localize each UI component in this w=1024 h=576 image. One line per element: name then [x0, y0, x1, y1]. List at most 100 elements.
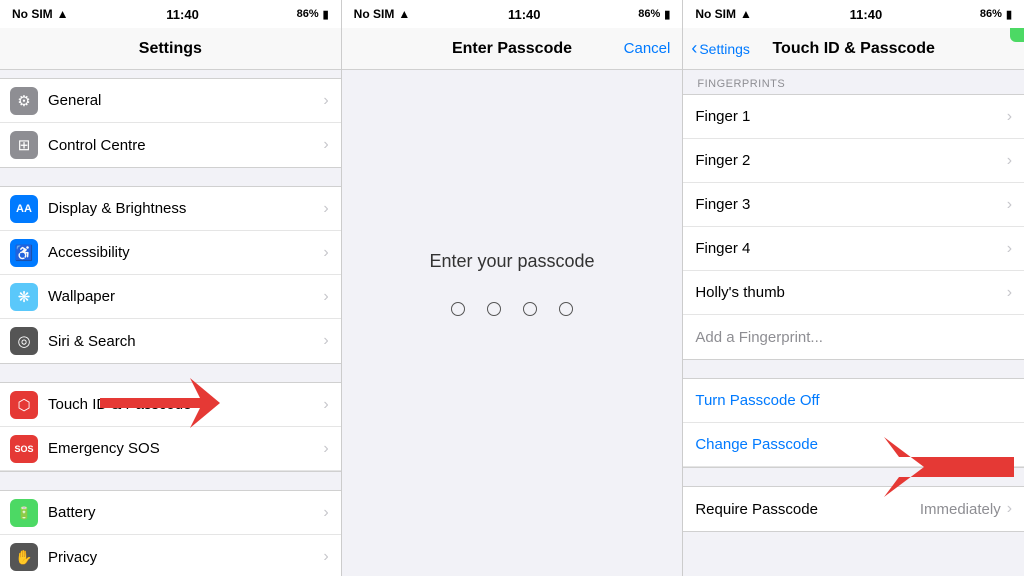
settings-group-1: ⚙ General › ⊞ Control Centre ›	[0, 78, 341, 168]
control-centre-chevron: ›	[323, 136, 328, 154]
settings-nav-bar: Settings	[0, 28, 341, 70]
settings-row-touchid[interactable]: ⬡ Touch ID & Passcode ›	[0, 383, 341, 427]
battery-icon-3: ▮	[1006, 8, 1012, 21]
passcode-dots	[451, 302, 573, 316]
back-button[interactable]: ‹ Settings	[691, 40, 750, 57]
passcode-body: Enter your passcode	[342, 70, 683, 576]
settings-row-display[interactable]: AA Display & Brightness ›	[0, 187, 341, 231]
touchid-nav-title: Touch ID & Passcode	[772, 40, 934, 58]
siri-icon: ◎	[10, 327, 38, 355]
battery-label: Battery	[48, 504, 323, 521]
group-spacer-2	[683, 468, 1024, 486]
finger2-label: Finger 2	[695, 152, 1006, 169]
settings-group-3: ⬡ Touch ID & Passcode › SOS Emergency SO…	[0, 382, 341, 472]
wallpaper-icon: ❋	[10, 283, 38, 311]
touchid-list[interactable]: FINGERPRINTS Finger 1 › Finger 2 › Finge…	[683, 70, 1024, 576]
green-accent	[1010, 28, 1024, 42]
touchid-nav-bar: ‹ Settings Touch ID & Passcode	[683, 28, 1024, 70]
display-chevron: ›	[323, 200, 328, 218]
finger3-chevron: ›	[1007, 196, 1012, 214]
settings-group-2: AA Display & Brightness › ♿ Accessibilit…	[0, 186, 341, 364]
finger4-label: Finger 4	[695, 240, 1006, 257]
settings-row-siri[interactable]: ◎ Siri & Search ›	[0, 319, 341, 363]
status-bar-3: No SIM ▲ 11:40 86% ▮	[683, 0, 1024, 28]
settings-panel: No SIM ▲ 11:40 86% ▮ Settings ⚙ General …	[0, 0, 342, 576]
passcode-panel: No SIM ▲ 11:40 86% ▮ Enter Passcode Canc…	[342, 0, 684, 576]
emergency-icon: SOS	[10, 435, 38, 463]
accessibility-icon: ♿	[10, 239, 38, 267]
status-bar-2: No SIM ▲ 11:40 86% ▮	[342, 0, 683, 28]
display-label: Display & Brightness	[48, 200, 323, 217]
touchid-row-hollys-thumb[interactable]: Holly's thumb ›	[683, 271, 1024, 315]
passcode-cancel-button[interactable]: Cancel	[624, 40, 671, 57]
fingerprints-group: Finger 1 › Finger 2 › Finger 3 › Finger …	[683, 94, 1024, 360]
touchid-row-finger4[interactable]: Finger 4 ›	[683, 227, 1024, 271]
accessibility-chevron: ›	[323, 244, 328, 262]
general-icon: ⚙	[10, 87, 38, 115]
passcode-dot-2	[487, 302, 501, 316]
turn-passcode-off-label: Turn Passcode Off	[695, 392, 1012, 409]
passcode-nav-title: Enter Passcode	[452, 40, 572, 58]
finger3-label: Finger 3	[695, 196, 1006, 213]
status-right-1: 86% ▮	[297, 8, 329, 21]
status-left-3: No SIM ▲	[695, 7, 752, 21]
group-spacer-1	[683, 360, 1024, 378]
battery-icon-1: ▮	[323, 8, 329, 21]
hollys-thumb-chevron: ›	[1007, 284, 1012, 302]
passcode-dot-4	[559, 302, 573, 316]
time-label-2: 11:40	[508, 7, 541, 22]
status-bar-1: No SIM ▲ 11:40 86% ▮	[0, 0, 341, 28]
passcode-dot-1	[451, 302, 465, 316]
carrier-label-1: No SIM	[12, 7, 53, 21]
touchid-chevron: ›	[323, 396, 328, 414]
wallpaper-chevron: ›	[323, 288, 328, 306]
back-chevron-icon: ‹	[691, 39, 697, 57]
require-passcode-value: Immediately	[920, 501, 1001, 518]
touchid-panel: No SIM ▲ 11:40 86% ▮ ‹ Settings Touch ID…	[683, 0, 1024, 576]
wifi-icon-1: ▲	[57, 7, 69, 21]
status-left-2: No SIM ▲	[354, 7, 411, 21]
touchid-row-require-passcode[interactable]: Require Passcode Immediately ›	[683, 487, 1024, 531]
finger4-chevron: ›	[1007, 240, 1012, 258]
settings-row-accessibility[interactable]: ♿ Accessibility ›	[0, 231, 341, 275]
touchid-label: Touch ID & Passcode	[48, 396, 323, 413]
settings-row-wallpaper[interactable]: ❋ Wallpaper ›	[0, 275, 341, 319]
require-passcode-group: Require Passcode Immediately ›	[683, 486, 1024, 532]
settings-row-privacy[interactable]: ✋ Privacy ›	[0, 535, 341, 576]
passcode-nav-bar: Enter Passcode Cancel	[342, 28, 683, 70]
change-passcode-label: Change Passcode	[695, 436, 1012, 453]
carrier-label-2: No SIM	[354, 7, 395, 21]
settings-row-general[interactable]: ⚙ General ›	[0, 79, 341, 123]
battery-percent-1: 86%	[297, 8, 319, 20]
settings-row-emergency[interactable]: SOS Emergency SOS ›	[0, 427, 341, 471]
carrier-label-3: No SIM	[695, 7, 736, 21]
settings-row-control-centre[interactable]: ⊞ Control Centre ›	[0, 123, 341, 167]
settings-group-4: 🔋 Battery › ✋ Privacy ›	[0, 490, 341, 576]
passcode-prompt: Enter your passcode	[429, 251, 594, 272]
emergency-label: Emergency SOS	[48, 440, 323, 457]
settings-list[interactable]: ⚙ General › ⊞ Control Centre › AA Displa…	[0, 70, 341, 576]
touchid-row-change-passcode[interactable]: Change Passcode	[683, 423, 1024, 467]
settings-title: Settings	[139, 40, 202, 58]
touchid-row-finger3[interactable]: Finger 3 ›	[683, 183, 1024, 227]
emergency-chevron: ›	[323, 440, 328, 458]
touchid-row-turn-off[interactable]: Turn Passcode Off	[683, 379, 1024, 423]
wallpaper-label: Wallpaper	[48, 288, 323, 305]
battery-percent-2: 86%	[638, 8, 660, 20]
privacy-icon: ✋	[10, 543, 38, 571]
wifi-icon-3: ▲	[740, 7, 752, 21]
passcode-dot-3	[523, 302, 537, 316]
control-centre-label: Control Centre	[48, 137, 323, 154]
settings-row-battery[interactable]: 🔋 Battery ›	[0, 491, 341, 535]
general-chevron: ›	[323, 92, 328, 110]
status-right-3: 86% ▮	[980, 8, 1012, 21]
siri-label: Siri & Search	[48, 333, 323, 350]
touchid-row-finger1[interactable]: Finger 1 ›	[683, 95, 1024, 139]
general-label: General	[48, 92, 323, 109]
back-label: Settings	[699, 41, 750, 57]
touchid-row-add-fingerprint[interactable]: Add a Fingerprint...	[683, 315, 1024, 359]
touchid-row-finger2[interactable]: Finger 2 ›	[683, 139, 1024, 183]
require-passcode-label: Require Passcode	[695, 501, 919, 518]
privacy-chevron: ›	[323, 548, 328, 566]
battery-percent-3: 86%	[980, 8, 1002, 20]
